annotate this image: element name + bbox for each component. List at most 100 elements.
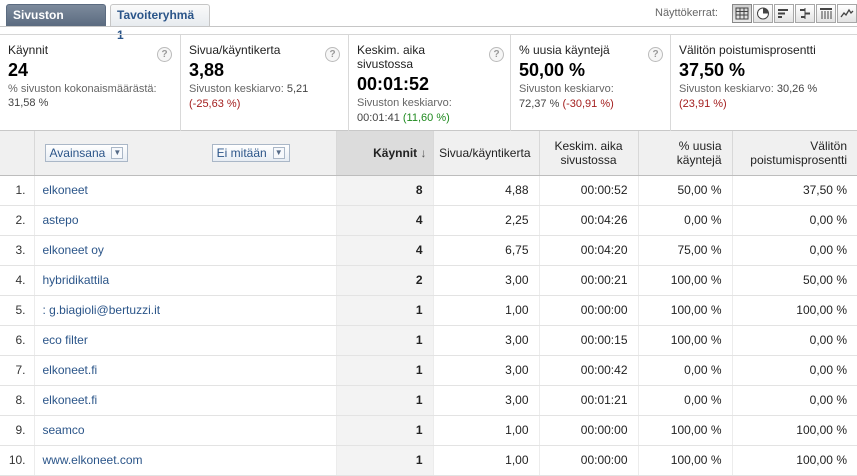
metric-title: Käynnit <box>8 43 49 57</box>
metric-value: 24 <box>8 60 29 80</box>
keyword-link[interactable]: eco filter <box>35 333 88 347</box>
row-pages-per-visit: 3,00 <box>433 355 540 386</box>
row-pages-per-visit: 3,00 <box>433 265 540 296</box>
row-pages-per-visit: 3,00 <box>433 325 540 356</box>
keyword-link[interactable]: seamco <box>35 423 85 437</box>
row-index: 7. <box>0 355 35 386</box>
row-keyword[interactable]: eco filter <box>34 325 337 356</box>
metric-sub-value: 31,58 % <box>8 97 49 109</box>
row-new-visits: 100,00 % <box>638 295 733 326</box>
tab-site-usage[interactable]: Sivuston käyttö <box>6 4 106 42</box>
view-performance-button[interactable] <box>774 4 794 23</box>
view-pie-button[interactable] <box>753 4 773 23</box>
help-icon[interactable]: ? <box>648 47 663 62</box>
dimension-dropdown[interactable]: Avainsana ▼ <box>44 143 129 162</box>
row-visits: 1 <box>336 325 434 356</box>
metric-title: Välitön poistumisprosentti <box>679 43 816 57</box>
table-header-row: Avainsana ▼ Ei mitään ▼ Käynnit ↓ Sivua/kä… <box>0 131 857 176</box>
keyword-link[interactable]: elkoneet.fi <box>35 393 98 407</box>
metric-avg-time: Keskim. aika sivustossa 00:01:52 Sivusto… <box>349 35 511 131</box>
keyword-link[interactable]: www.elkoneet.com <box>35 453 143 467</box>
row-avg-time: 00:04:26 <box>539 205 639 236</box>
table-row: 8. elkoneet.fi 1 3,00 00:01:21 0,00 % 0,00 % <box>0 385 857 416</box>
header-bounce-rate[interactable]: Välitön poistumisprosentti <box>732 131 857 176</box>
row-new-visits: 0,00 % <box>638 205 733 236</box>
row-pages-per-visit: 6,75 <box>433 235 540 266</box>
row-keyword[interactable]: elkoneet.fi <box>34 385 337 416</box>
keyword-link[interactable]: elkoneet.fi <box>35 363 98 377</box>
row-pages-per-visit: 1,00 <box>433 415 540 446</box>
metric-pages-per-visit: Sivua/käyntikerta 3,88 Sivuston keskiarv… <box>181 35 349 131</box>
row-new-visits: 100,00 % <box>638 325 733 356</box>
metric-visits: Käynnit 24 % sivuston kokonaismäärästä: … <box>0 35 181 131</box>
row-keyword[interactable]: seamco <box>34 415 337 446</box>
row-pages-per-visit: 1,00 <box>433 445 540 476</box>
metric-value: 00:01:52 <box>357 74 430 94</box>
row-pages-per-visit: 1,00 <box>433 295 540 326</box>
top-tab-bar: Sivuston käyttö Tavoiteryhmä 1 Näyttöker… <box>0 0 857 42</box>
metric-subtext-2: 72,37 % (-30,91 %) <box>519 97 662 111</box>
table-row: 9. seamco 1 1,00 00:00:00 100,00 % 100,00 % <box>0 415 857 446</box>
help-icon[interactable]: ? <box>325 47 340 62</box>
keyword-link[interactable]: elkoneet <box>35 183 88 197</box>
table-row: 5.: g.biagioli@bertuzzi.it 1 1,00 00:00:00 1… <box>0 295 857 326</box>
row-keyword[interactable]: astepo <box>34 205 337 236</box>
row-new-visits: 75,00 % <box>638 235 733 266</box>
row-pages-per-visit: 2,25 <box>433 205 540 236</box>
help-icon[interactable]: ? <box>157 47 172 62</box>
table-row: 3. elkoneet oy 4 6,75 00:04:20 75,00 % 0,00 % <box>0 235 857 266</box>
row-bounce-rate: 0,00 % <box>732 235 857 266</box>
view-sparkline-button[interactable] <box>837 4 857 23</box>
view-comparison-button[interactable] <box>795 4 815 23</box>
chevron-down-icon: ▼ <box>111 146 124 159</box>
keyword-link[interactable]: astepo <box>35 213 79 227</box>
metric-sub-prefix: Sivuston keskiarvo: <box>189 83 287 95</box>
header-new-visits[interactable]: % uusia käyntejä <box>638 131 733 176</box>
row-keyword[interactable]: : g.biagioli@bertuzzi.it <box>34 295 337 326</box>
metric-title: % uusia käyntejä <box>519 43 610 57</box>
header-pages-per-visit[interactable]: Sivua/käyntikerta <box>433 131 540 176</box>
row-bounce-rate: 100,00 % <box>732 295 857 326</box>
metric-value: 50,00 % <box>519 60 586 80</box>
metric-sub-prefix: % sivuston kokonaismäärästä: <box>8 83 157 95</box>
header-avg-time[interactable]: Keskim. aika sivustossa <box>539 131 639 176</box>
row-visits: 8 <box>336 175 434 206</box>
header-visits[interactable]: Käynnit ↓ <box>336 131 434 176</box>
table-row: 2. astepo 4 2,25 00:04:26 0,00 % 0,00 % <box>0 205 857 236</box>
row-avg-time: 00:00:52 <box>539 175 639 206</box>
metric-title: Keskim. aika sivustossa <box>357 43 426 71</box>
pie-chart-icon <box>757 7 769 20</box>
view-pivot-button[interactable] <box>816 4 836 23</box>
help-icon[interactable]: ? <box>489 47 504 62</box>
row-visits: 1 <box>336 415 434 446</box>
row-bounce-rate: 37,50 % <box>732 175 857 206</box>
keyword-link[interactable]: : g.biagioli@bertuzzi.it <box>35 303 161 317</box>
row-keyword[interactable]: elkoneet <box>34 175 337 206</box>
row-keyword[interactable]: hybridikattila <box>34 265 337 296</box>
header-dimension: Avainsana ▼ Ei mitään ▼ <box>34 131 337 176</box>
header-index <box>0 131 35 176</box>
row-index: 9. <box>0 415 35 446</box>
metric-sub-prefix: Sivuston keskiarvo: <box>519 83 614 95</box>
table-row: 4. hybridikattila 2 3,00 00:00:21 100,00 % 50,… <box>0 265 857 296</box>
row-avg-time: 00:04:20 <box>539 235 639 266</box>
dimension-dropdown-label: Avainsana <box>49 145 106 160</box>
sort-desc-icon: ↓ <box>420 145 427 160</box>
secondary-dimension-dropdown[interactable]: Ei mitään ▼ <box>211 143 290 162</box>
metric-sub-prefix: Sivuston keskiarvo: <box>679 83 777 95</box>
metric-subtext: % sivuston kokonaismäärästä: 31,58 % <box>8 82 168 110</box>
chevron-down-icon: ▼ <box>272 146 285 159</box>
row-pages-per-visit: 4,88 <box>433 175 540 206</box>
row-keyword[interactable]: elkoneet.fi <box>34 355 337 386</box>
row-keyword[interactable]: www.elkoneet.com <box>34 445 337 476</box>
row-keyword[interactable]: elkoneet oy <box>34 235 337 266</box>
row-pages-per-visit: 3,00 <box>433 385 540 416</box>
tab-goal-set-1[interactable]: Tavoiteryhmä 1 <box>110 4 210 42</box>
header-visits-label: Käynnit <box>373 145 418 160</box>
metric-subtext: Sivuston keskiarvo: <box>519 82 662 96</box>
row-new-visits: 100,00 % <box>638 265 733 296</box>
view-table-button[interactable] <box>732 4 752 23</box>
tab-divider <box>0 26 857 27</box>
keyword-link[interactable]: hybridikattila <box>35 273 110 287</box>
keyword-link[interactable]: elkoneet oy <box>35 243 104 257</box>
